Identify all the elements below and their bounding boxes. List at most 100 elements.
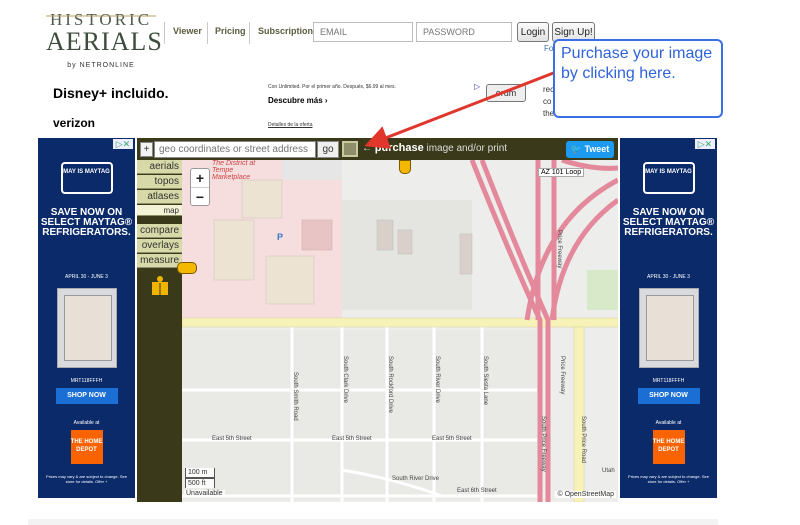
tab-aerials[interactable]: aerials (137, 160, 182, 174)
ad-headline: SAVE NOW ON SELECT MAYTAG® REFRIGERATORS… (622, 207, 715, 238)
ad-fine: Prices may vary & are subject to change.… (628, 474, 709, 484)
page: HISTORIC AERIALS by NETRONLINE Viewer Pr… (0, 0, 800, 525)
street-label: East 5th Street (212, 436, 252, 442)
street-label: South River Drive (434, 356, 440, 404)
left-side-ad[interactable]: ▷✕ MAY IS MAYTAG SAVE NOW ON SELECT MAYT… (38, 138, 135, 498)
tab-compare[interactable]: compare (137, 224, 182, 238)
forgot-link[interactable]: Fo (544, 44, 553, 53)
street-label: South Price Freeway (540, 416, 546, 472)
ad-promo-text: Con Unlimited. Por el primer año. Despué… (268, 84, 396, 90)
nav-divider (207, 22, 208, 44)
home-depot-logo: THE HOME DEPOT (652, 430, 685, 464)
tab-atlases[interactable]: atlases (137, 190, 182, 204)
right-side-ad[interactable]: ▷✕ MAY IS MAYTAG SAVE NOW ON SELECT MAYT… (620, 138, 717, 498)
ad-fine-print[interactable]: Detalles de la oferta (268, 122, 312, 128)
nav-viewer[interactable]: Viewer (173, 26, 202, 36)
street-label: East 6th Street (457, 488, 497, 494)
ad-shop-button[interactable]: SHOP NOW (637, 388, 700, 404)
purchase-text: image and/or print (426, 143, 508, 154)
ad-dates: APRIL 30 - JUNE 3 (647, 274, 690, 280)
logo-byline: by NETRONLINE (67, 62, 135, 69)
ad-cta-link[interactable]: Descubre más › (268, 96, 328, 105)
viewer-toolbar: + go ← purchase image and/or print 🐦 Twe… (137, 138, 618, 160)
street-label: South River Drive (392, 476, 440, 482)
street-label: South Smith Road (292, 372, 298, 421)
ad-carrier: verizon (53, 116, 96, 130)
street-label: Price Freeway (556, 230, 562, 269)
ad-avail: Available at (655, 420, 682, 426)
ad-model: MRT118FFFH (652, 378, 685, 384)
email-field[interactable] (313, 22, 413, 42)
login-button[interactable]: Login (517, 22, 549, 42)
tab-measure[interactable]: measure (137, 254, 182, 268)
ad-close-icon[interactable]: ▷✕ (695, 139, 715, 149)
nav-divider (164, 22, 165, 44)
purchase-icon[interactable] (342, 141, 358, 157)
map-scale: 100 m 500 ft (185, 468, 215, 488)
zoom-in-button[interactable]: + (191, 169, 209, 187)
logo-flourish (46, 15, 156, 17)
fridge-image (638, 288, 699, 368)
ad-dates: APRIL 30 - JUNE 3 (65, 274, 108, 280)
ad-brand: Disney+ incluido. (53, 85, 169, 101)
osm-attribution[interactable]: © OpenStreetMap (555, 491, 616, 498)
street-label: South Rockford Drive (387, 356, 393, 414)
slider-handle-left[interactable] (177, 262, 197, 274)
top-banner-ad[interactable]: Disney+ incluido. verizon Con Unlimited.… (44, 80, 484, 136)
street-label: South Siesta Lane (482, 356, 488, 406)
nav-subscription[interactable]: Subscription (258, 26, 313, 36)
go-button[interactable]: go (317, 141, 339, 158)
street-label: Utah (602, 468, 615, 474)
tab-topos[interactable]: topos (137, 175, 182, 189)
street-label: East 5th Street (432, 436, 472, 442)
password-field[interactable] (416, 22, 512, 42)
book-icon[interactable] (151, 276, 169, 296)
nav-divider (249, 22, 250, 44)
parking-label: P (277, 232, 284, 242)
street-label: South Clark Drive (342, 356, 348, 404)
street-map[interactable]: + − The District at Tempe Marketplace P … (182, 160, 618, 502)
expand-button[interactable]: + (140, 142, 153, 157)
tweet-label: Tweet (584, 144, 610, 154)
ad-shop-button[interactable]: SHOP NOW (55, 388, 118, 404)
tab-overlays[interactable]: overlays (137, 239, 182, 253)
zoom-out-button[interactable]: − (191, 188, 209, 206)
street-label: East 5th Street (332, 436, 372, 442)
ad-fine: Prices may vary & are subject to change.… (46, 474, 127, 484)
ad-badge: MAY IS MAYTAG (60, 162, 113, 194)
purchase-callout: Purchase your image by clicking here. (553, 39, 723, 118)
ad-avail: Available at (73, 420, 100, 426)
fridge-image (56, 288, 117, 368)
location-search-input[interactable] (154, 141, 316, 158)
nav-pricing[interactable]: Pricing (215, 26, 246, 36)
footer-bar (28, 519, 718, 525)
scale-feet: 500 ft (185, 478, 215, 488)
ad-badge: MAY IS MAYTAG (642, 162, 695, 194)
map-canvas (182, 160, 618, 502)
price-road (573, 326, 585, 502)
purchase-arrow: ← (362, 143, 372, 154)
site-logo[interactable]: HISTORIC AERIALS by NETRONLINE (46, 10, 163, 70)
ad-close-icon[interactable]: ▷✕ (113, 139, 133, 149)
slider-handle-top[interactable] (399, 160, 411, 174)
tab-map[interactable]: map (137, 205, 182, 216)
scale-meters: 100 m (185, 468, 215, 478)
purchase-link[interactable]: ← purchase image and/or print (362, 142, 507, 154)
ad-choices-icon[interactable]: ▷ (474, 82, 480, 91)
marketplace-label: The District at Tempe Marketplace (212, 160, 256, 181)
viewer-tab-column: aerials topos atlases map compare overla… (137, 160, 182, 502)
logo-line-aerials: AERIALS (46, 27, 163, 56)
forum-button[interactable]: orum (486, 84, 526, 102)
map-viewer: + go ← purchase image and/or print 🐦 Twe… (137, 138, 618, 502)
ad-model: MRT118FFFH (70, 378, 103, 384)
highway-label: AZ 101 Loop (538, 168, 585, 177)
ad-headline: SAVE NOW ON SELECT MAYTAG® REFRIGERATORS… (40, 207, 133, 238)
twitter-bird-icon: 🐦 (570, 144, 582, 154)
zoom-control: + − (190, 168, 210, 206)
home-depot-logo: THE HOME DEPOT (70, 430, 103, 464)
tweet-button[interactable]: 🐦 Tweet (566, 141, 614, 158)
side-text-fragment: co (543, 97, 552, 106)
unavailable-label: Unavailable (184, 490, 225, 497)
purchase-bold: purchase (374, 142, 424, 154)
street-label: Price Freeway (559, 356, 565, 395)
